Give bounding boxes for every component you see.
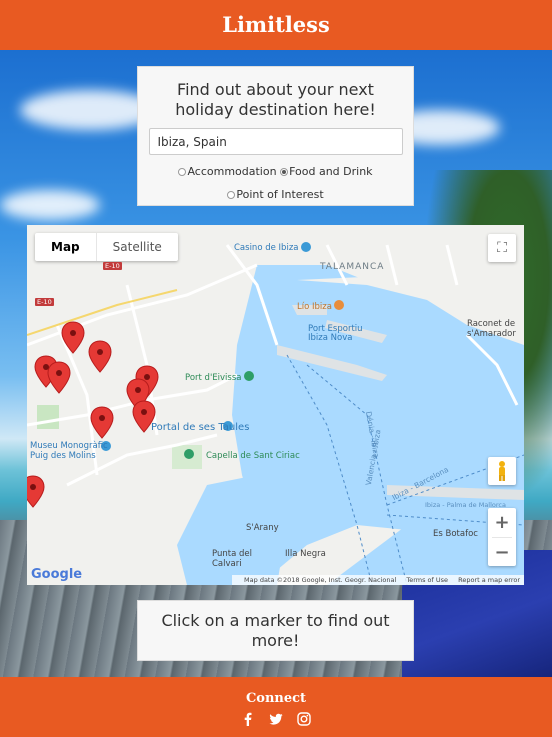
fullscreen-icon: ⛶ bbox=[497, 240, 507, 256]
map-label: Casino de Ibiza bbox=[234, 243, 299, 253]
radio-button[interactable] bbox=[178, 168, 187, 176]
map-label: TALAMANCA bbox=[320, 262, 385, 272]
map-label: Punta del Calvari bbox=[212, 549, 252, 569]
twitter-icon[interactable] bbox=[269, 712, 283, 726]
pegman-icon bbox=[499, 461, 505, 481]
destination-input[interactable] bbox=[148, 128, 403, 155]
marker-info-text: Click on a marker to find out more! bbox=[161, 611, 390, 650]
map-label: Es Botafoc bbox=[433, 529, 478, 539]
terms-link[interactable]: Terms of Use bbox=[406, 576, 448, 584]
map-label: Port Esportiu Ibiza Nova bbox=[308, 324, 363, 343]
google-logo: Google bbox=[31, 567, 83, 582]
road-sign: E-10 bbox=[103, 262, 122, 270]
marker-info-card: Click on a marker to find out more! bbox=[137, 600, 414, 661]
zoom-control: + − bbox=[488, 508, 516, 566]
search-card: Find out about your next holiday destina… bbox=[137, 66, 414, 206]
map-view[interactable]: Map Satellite ⛶ + − Casino de Ibiza TALA… bbox=[27, 225, 524, 585]
radio-label: Food and Drink bbox=[289, 165, 373, 178]
radio-accommodation[interactable]: Accommodation bbox=[178, 161, 277, 183]
radio-point-of-interest[interactable]: Point of Interest bbox=[227, 184, 324, 206]
map-label: Ibiza - Palma de Mallorca bbox=[425, 501, 506, 509]
radio-button[interactable] bbox=[227, 191, 236, 199]
map-label: Port d'Eivissa bbox=[185, 373, 242, 383]
footer-title: Connect bbox=[245, 691, 307, 706]
map-type-satellite-button[interactable]: Satellite bbox=[97, 233, 178, 261]
map-type-map-button[interactable]: Map bbox=[35, 233, 97, 261]
map-type-control: Map Satellite bbox=[35, 233, 178, 261]
radio-food-and-drink[interactable]: Food and Drink bbox=[280, 161, 373, 183]
map-marker bbox=[47, 361, 71, 394]
radio-label: Accommodation bbox=[187, 165, 277, 178]
map-label: Illa Negra bbox=[285, 549, 326, 559]
site-footer: Connect bbox=[0, 677, 552, 737]
map-label: Portal de ses Taules bbox=[151, 422, 250, 433]
map-marker bbox=[61, 321, 85, 354]
facebook-icon[interactable] bbox=[241, 712, 255, 726]
zoom-out-button[interactable]: − bbox=[488, 538, 516, 567]
instagram-icon[interactable] bbox=[297, 712, 311, 726]
report-error-link[interactable]: Report a map error bbox=[458, 576, 520, 584]
road-sign: E-10 bbox=[35, 298, 54, 306]
radio-button[interactable] bbox=[280, 168, 289, 176]
map-marker bbox=[88, 340, 112, 373]
fullscreen-button[interactable]: ⛶ bbox=[488, 234, 516, 262]
map-label: Lío Ibiza bbox=[297, 302, 332, 312]
map-label: Raconet de s'Amarador bbox=[467, 319, 516, 339]
map-label: S'Arany bbox=[246, 523, 279, 533]
social-links bbox=[0, 712, 552, 726]
site-header: Limitless bbox=[0, 0, 552, 50]
zoom-in-button[interactable]: + bbox=[488, 508, 516, 537]
map-marker bbox=[90, 406, 114, 439]
street-view-button[interactable] bbox=[488, 457, 516, 485]
map-label: Museu Monogràfic Puig des Molins bbox=[30, 441, 108, 461]
category-options: Accommodation Food and Drink Point of In… bbox=[138, 161, 413, 207]
map-attribution: Map data ©2018 Google, Inst. Geogr. Naci… bbox=[232, 575, 524, 585]
map-label: Capella de Sant Ciriac bbox=[206, 451, 300, 461]
map-marker bbox=[27, 475, 45, 508]
radio-label: Point of Interest bbox=[236, 188, 324, 201]
search-title: Find out about your next holiday destina… bbox=[175, 80, 376, 119]
map-data-credit: Map data ©2018 Google, Inst. Geogr. Naci… bbox=[244, 576, 397, 584]
site-title: Limitless bbox=[222, 12, 330, 37]
